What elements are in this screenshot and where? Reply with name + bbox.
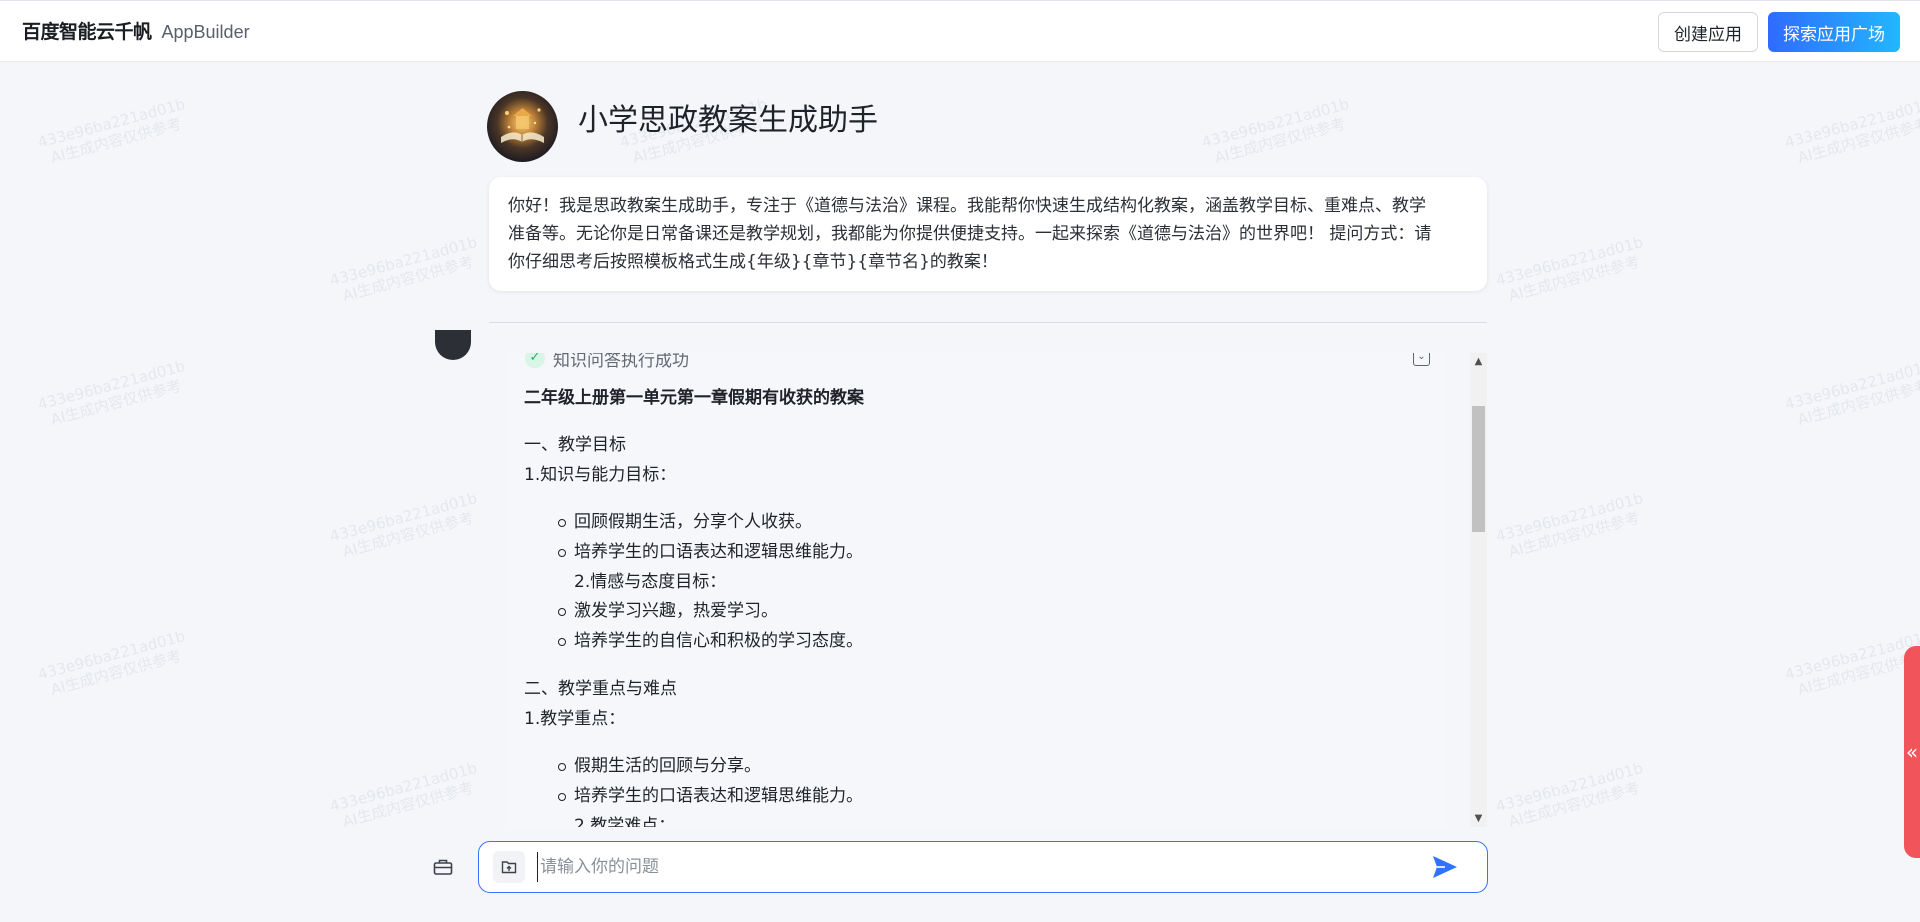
- list-item: 假期生活的回顾与分享。: [558, 752, 1446, 782]
- welcome-text-line: 你仔细思考后按照模板格式生成{年级}{章节}{章节名}的教案！: [508, 252, 998, 272]
- watermark-id: 433e96ba221ad01b: [327, 758, 480, 816]
- response-scrollbar[interactable]: ▲ ▼: [1470, 353, 1487, 827]
- watermark: 433e96ba221ad01bAI生成内容仅供参考: [1494, 489, 1650, 563]
- scroll-thumb[interactable]: [1472, 406, 1485, 532]
- watermark-note: AI生成内容仅供参考: [340, 778, 476, 831]
- watermark-id: 433e96ba221ad01b: [1782, 94, 1920, 152]
- watermark-id: 433e96ba221ad01b: [327, 232, 480, 290]
- app-avatar-image: [501, 108, 544, 143]
- create-app-button[interactable]: 创建应用: [1658, 12, 1758, 52]
- list-item: 激发学习兴趣，热爱学习。: [558, 597, 1446, 627]
- section-heading: 二、教学重点与难点: [524, 678, 677, 699]
- lesson-plan-document: 二年级上册第一单元第一章假期有收获的教案 一、教学目标 1.知识与能力目标： 回…: [509, 384, 1446, 827]
- watermark-id: 433e96ba221ad01b: [1782, 626, 1920, 684]
- welcome-message-card: 你好！我是思政教案生成助手，专注于《道德与法治》课程。我能帮你快速生成结构化教案…: [489, 177, 1487, 291]
- top-bar: 百度智能云千帆 AppBuilder 创建应用 探索应用广场: [0, 0, 1920, 62]
- watermark: 433e96ba221ad01bAI生成内容仅供参考: [36, 95, 192, 169]
- welcome-text-line: 准备等。无论你是日常备课还是教学规划，我都能为你提供便捷支持。一起来探索《道德与…: [508, 224, 1432, 244]
- watermark-note: AI生成内容仅供参考: [1506, 778, 1642, 831]
- toolbox-icon[interactable]: [432, 856, 454, 878]
- watermark-note: AI生成内容仅供参考: [1795, 646, 1920, 699]
- brand-logo[interactable]: 百度智能云千帆: [22, 17, 152, 44]
- watermark-id: 433e96ba221ad01b: [35, 356, 188, 414]
- scroll-up-arrow-icon[interactable]: ▲: [1470, 353, 1487, 370]
- response-content: ✓ 知识问答执行成功 ⌄ 二年级上册第一单元第一章假期有收获的教案 一、教学目标…: [509, 353, 1446, 827]
- watermark-note: AI生成内容仅供参考: [1506, 252, 1642, 305]
- watermark: 433e96ba221ad01bAI生成内容仅供参考: [1783, 357, 1920, 431]
- watermark: 433e96ba221ad01bAI生成内容仅供参考: [36, 627, 192, 701]
- watermark-note: AI生成内容仅供参考: [48, 114, 184, 167]
- bullet-list: 回顾假期生活，分享个人收获。 培养学生的口语表达和逻辑思维能力。 2.情感与态度…: [524, 508, 1446, 656]
- watermark-note: AI生成内容仅供参考: [48, 376, 184, 429]
- send-icon[interactable]: [1431, 854, 1459, 880]
- watermark-note: AI生成内容仅供参考: [48, 646, 184, 699]
- side-panel-toggle[interactable]: «: [1904, 646, 1920, 858]
- scroll-down-arrow-icon[interactable]: ▼: [1470, 810, 1487, 827]
- collapse-icon[interactable]: ⌄: [1413, 353, 1430, 366]
- watermark: 433e96ba221ad01bAI生成内容仅供参考: [1783, 95, 1920, 169]
- watermark-note: AI生成内容仅供参考: [1795, 376, 1920, 429]
- watermark-id: 433e96ba221ad01b: [1493, 488, 1646, 546]
- watermark: 433e96ba221ad01bAI生成内容仅供参考: [328, 759, 484, 833]
- watermark-id: 433e96ba221ad01b: [35, 626, 188, 684]
- lesson-plan-title: 二年级上册第一单元第一章假期有收获的教案: [524, 388, 864, 408]
- watermark: 433e96ba221ad01bAI生成内容仅供参考: [328, 489, 484, 563]
- watermark-id: 433e96ba221ad01b: [1493, 758, 1646, 816]
- watermark-note: AI生成内容仅供参考: [1506, 508, 1642, 561]
- watermark: 433e96ba221ad01bAI生成内容仅供参考: [328, 233, 484, 307]
- subsection-heading: 1.教学重点：: [524, 708, 626, 729]
- list-item: 2.教学难点：: [574, 815, 676, 827]
- watermark: 433e96ba221ad01bAI生成内容仅供参考: [1494, 759, 1650, 833]
- bot-avatar: [435, 330, 471, 360]
- list-item: 回顾假期生活，分享个人收获。: [558, 508, 1446, 538]
- watermark-id: 433e96ba221ad01b: [327, 488, 480, 546]
- watermark: 433e96ba221ad01bAI生成内容仅供参考: [1494, 233, 1650, 307]
- watermark-note: AI生成内容仅供参考: [340, 252, 476, 305]
- watermark-id: 433e96ba221ad01b: [1199, 94, 1352, 152]
- watermark: 433e96ba221ad01bAI生成内容仅供参考: [1783, 627, 1920, 701]
- question-input[interactable]: [537, 852, 1387, 882]
- watermark: 433e96ba221ad01bAI生成内容仅供参考: [1200, 95, 1356, 169]
- watermark-id: 433e96ba221ad01b: [1493, 232, 1646, 290]
- chat-input-box[interactable]: [478, 841, 1488, 893]
- response-panel[interactable]: ✓ 知识问答执行成功 ⌄ 二年级上册第一单元第一章假期有收获的教案 一、教学目标…: [509, 353, 1446, 827]
- explore-app-square-button[interactable]: 探索应用广场: [1768, 12, 1900, 52]
- status-row: ✓ 知识问答执行成功 ⌄: [509, 353, 1446, 372]
- upload-file-button[interactable]: [493, 851, 525, 883]
- watermark-note: AI生成内容仅供参考: [1212, 114, 1348, 167]
- app-title: 小学思政教案生成助手: [578, 103, 878, 138]
- app-avatar: [487, 91, 558, 162]
- watermark: 433e96ba221ad01bAI生成内容仅供参考: [36, 357, 192, 431]
- status-text: 知识问答执行成功: [553, 353, 689, 371]
- watermark-id: 433e96ba221ad01b: [35, 94, 188, 152]
- section-divider: [489, 322, 1487, 323]
- watermark-note: AI生成内容仅供参考: [1795, 114, 1920, 167]
- list-item: 培养学生的自信心和积极的学习态度。: [558, 627, 1446, 657]
- section: 一、教学目标 1.知识与能力目标：: [524, 431, 1446, 490]
- list-item: 培养学生的口语表达和逻辑思维能力。: [558, 538, 1446, 568]
- check-icon: ✓: [525, 353, 545, 368]
- list-item: 培养学生的口语表达和逻辑思维能力。: [558, 782, 1446, 812]
- section-heading: 一、教学目标: [524, 435, 626, 455]
- bullet-list: 假期生活的回顾与分享。 培养学生的口语表达和逻辑思维能力。 2.教学难点：: [524, 752, 1446, 827]
- brand-product-name: AppBuilder: [161, 22, 250, 42]
- watermark-id: 433e96ba221ad01b: [1782, 356, 1920, 414]
- watermark-note: AI生成内容仅供参考: [340, 508, 476, 561]
- upload-icon: [501, 861, 517, 874]
- section: 二、教学重点与难点 1.教学重点：: [524, 675, 1446, 734]
- subsection-heading: 1.知识与能力目标：: [524, 464, 677, 485]
- welcome-text-line: 你好！我是思政教案生成助手，专注于《道德与法治》课程。我能帮你快速生成结构化教案…: [508, 196, 1426, 216]
- list-item: 2.情感与态度目标：: [574, 571, 727, 592]
- brand[interactable]: 百度智能云千帆 AppBuilder: [22, 17, 250, 44]
